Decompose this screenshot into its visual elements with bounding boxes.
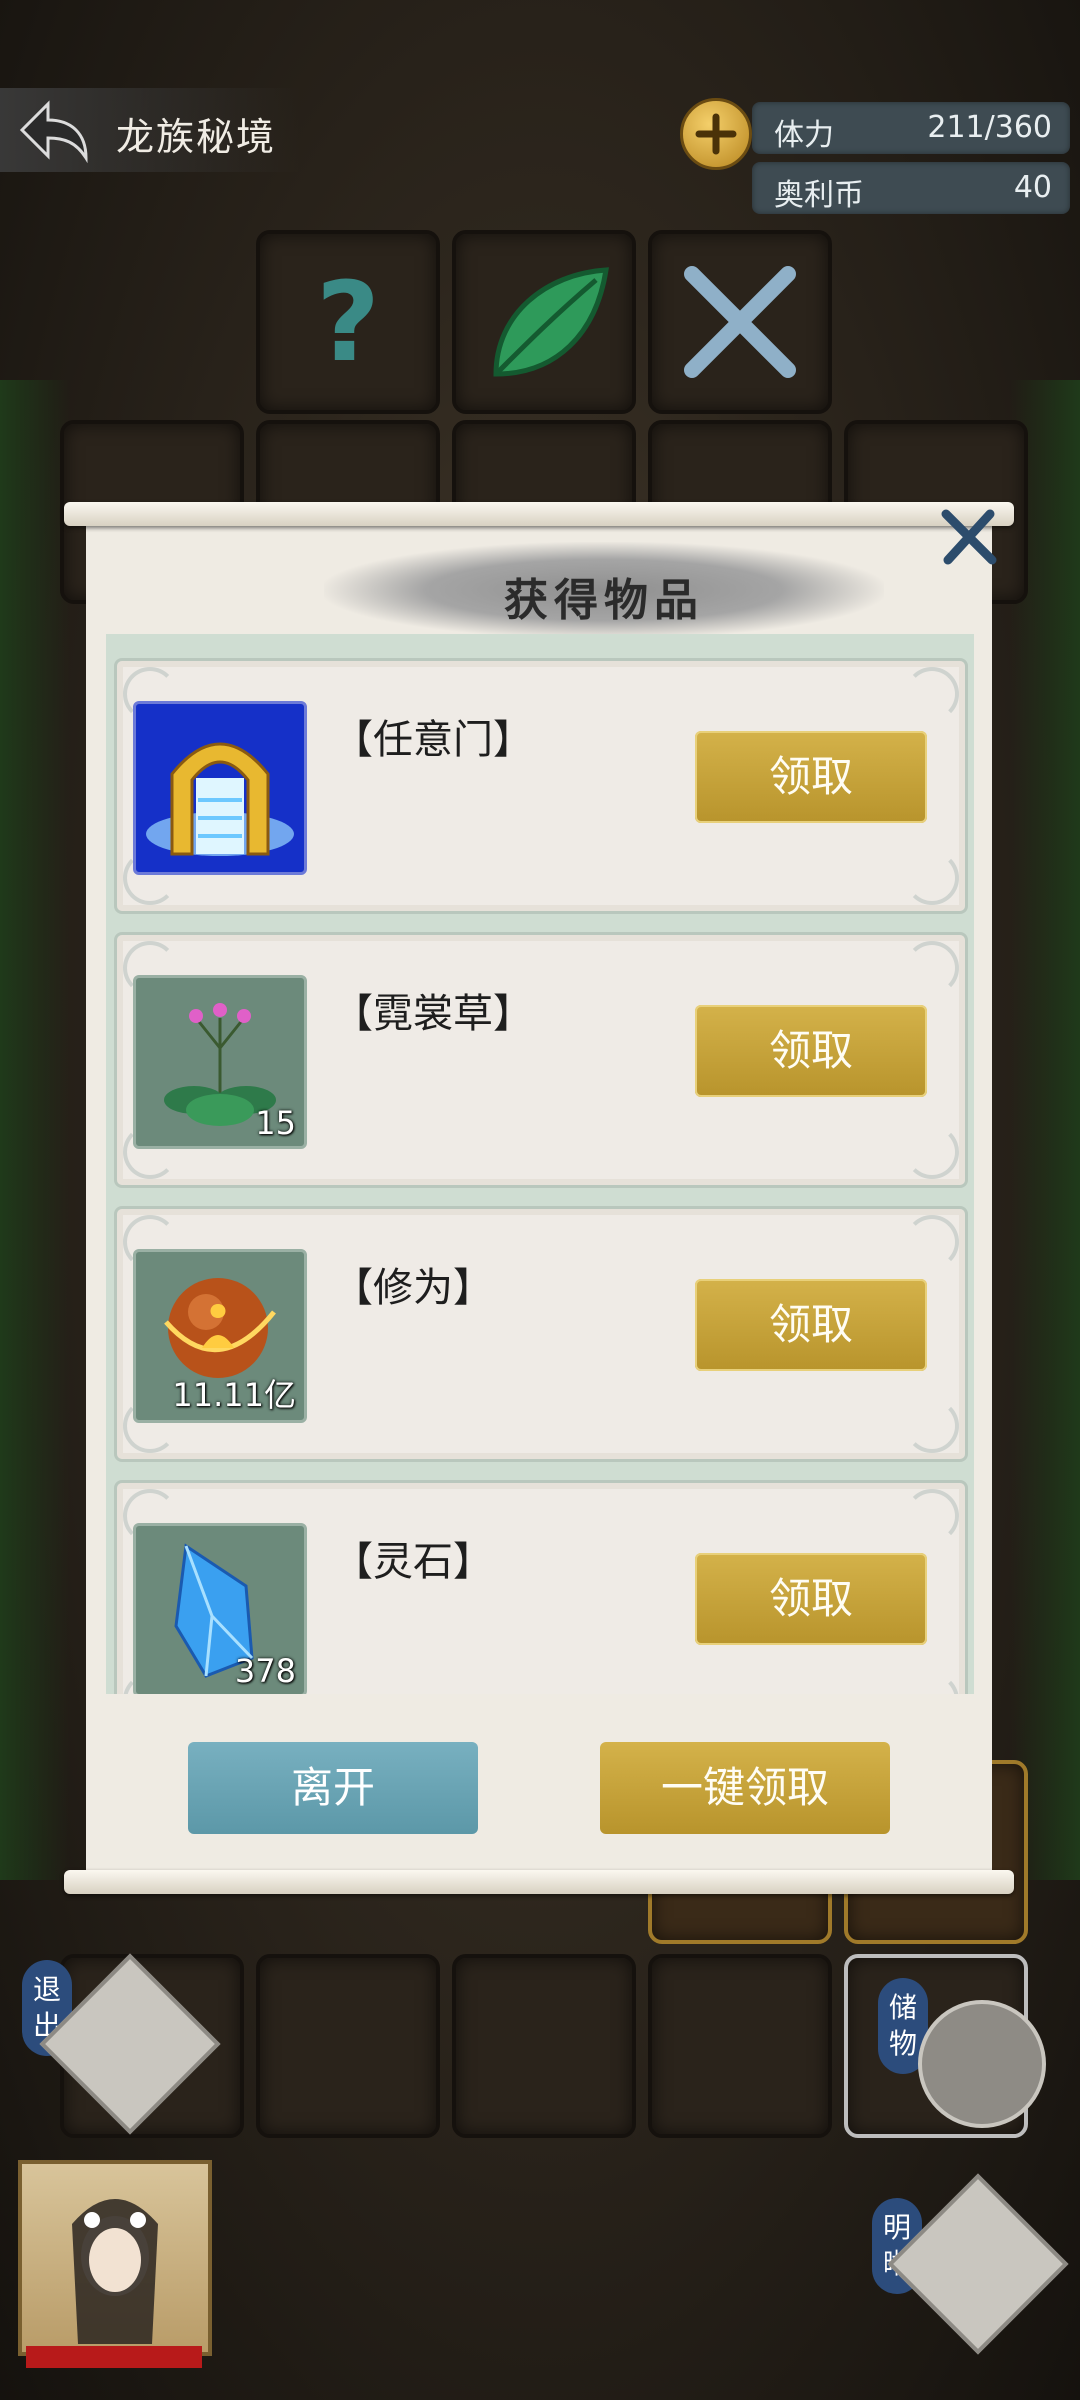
claim-button[interactable]: 领取: [695, 1005, 927, 1097]
item-name: 【霓裳草】: [333, 991, 533, 1037]
list-item: 【任意门】 领取: [114, 658, 968, 914]
list-item: 378 【灵石】 领取: [114, 1480, 968, 1694]
ornament: [905, 1125, 959, 1179]
scroll-rod-bottom: [64, 1870, 1014, 1894]
herb-plant-icon: 15: [133, 975, 307, 1149]
claim-button[interactable]: 领取: [695, 1553, 927, 1645]
ornament: [905, 667, 959, 721]
ornament: [905, 851, 959, 905]
dialog-title: 获得物品: [504, 575, 704, 626]
list-item: 11.11亿 【修为】 领取: [114, 1206, 968, 1462]
ornament: [905, 941, 959, 995]
close-icon[interactable]: [934, 504, 1004, 570]
item-name: 【任意门】: [333, 717, 533, 763]
item-list[interactable]: 【任意门】 领取 15 【霓裳草】 领取 11.11亿 【修为】 领取 378 …: [106, 634, 974, 1694]
cultivation-orb-icon: 11.11亿: [133, 1249, 307, 1423]
leave-button[interactable]: 离开: [188, 1742, 478, 1834]
ornament: [905, 1673, 959, 1694]
ornament: [905, 1215, 959, 1269]
claim-button[interactable]: 领取: [695, 1279, 927, 1371]
golden-gate-icon: [133, 701, 307, 875]
claim-button[interactable]: 领取: [695, 731, 927, 823]
obtained-items-dialog: 获得物品 【任意门】 领取 15 【霓裳草】 领取 11.11亿 【修为】 领取…: [64, 502, 1014, 1894]
item-name: 【修为】: [333, 1265, 493, 1311]
spirit-crystal-icon: 378: [133, 1523, 307, 1694]
ornament: [905, 1489, 959, 1543]
scroll-rod-top: [64, 502, 1014, 526]
item-count: 378: [234, 1652, 296, 1690]
item-count: 15: [255, 1104, 296, 1142]
claim-all-button[interactable]: 一键领取: [600, 1742, 890, 1834]
item-count: 11.11亿: [172, 1376, 296, 1414]
ornament: [905, 1399, 959, 1453]
title-brush: 获得物品: [324, 542, 884, 638]
item-name: 【灵石】: [333, 1539, 493, 1585]
list-item: 15 【霓裳草】 领取: [114, 932, 968, 1188]
